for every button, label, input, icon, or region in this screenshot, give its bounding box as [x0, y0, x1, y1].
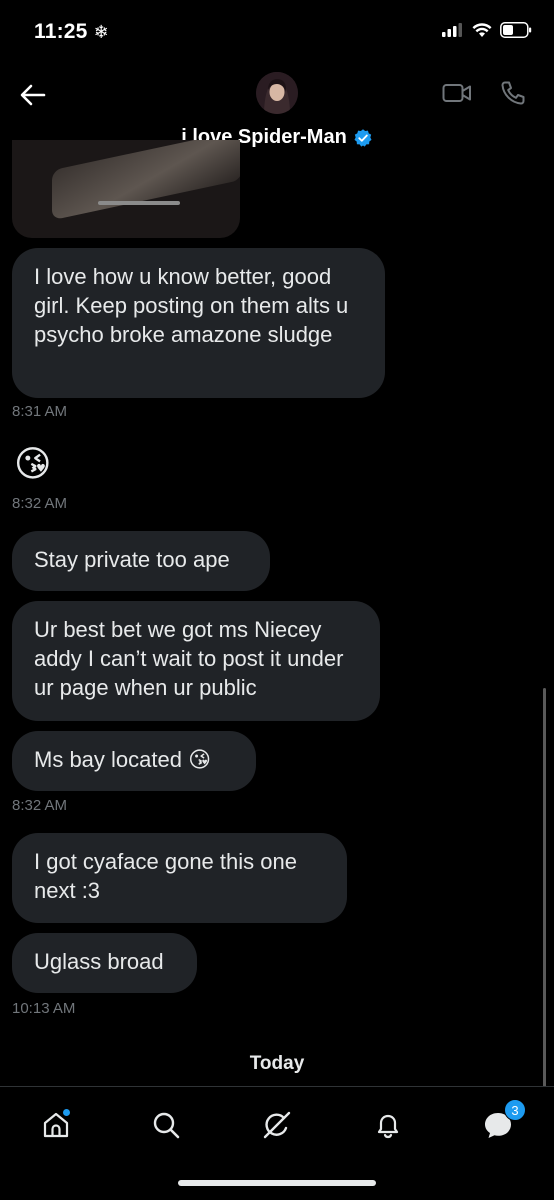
search-icon: [153, 1112, 180, 1139]
message-bubble[interactable]: I got cyaface gone this one next :3: [12, 833, 347, 923]
video-call-button[interactable]: [442, 82, 472, 109]
status-bar: 11:25 ❄: [0, 0, 554, 60]
message-text: I got cyaface gone this one next :3: [34, 849, 297, 903]
notifications-bell-icon: [377, 1114, 399, 1139]
nav-home[interactable]: [36, 1105, 76, 1145]
date-divider: Today: [249, 1053, 305, 1074]
media-image: [52, 140, 240, 221]
verified-badge-icon: [354, 128, 372, 147]
nav-search[interactable]: [146, 1105, 186, 1145]
avatar-image: [256, 72, 298, 114]
message-timestamp: 8:32 AM: [12, 495, 68, 512]
media-message[interactable]: [12, 140, 240, 238]
phone-icon: [501, 81, 525, 105]
message-timestamp: 8:32 AM: [12, 797, 68, 814]
home-notification-dot: [63, 1109, 70, 1116]
grok-icon: [263, 1111, 291, 1139]
nav-grok[interactable]: [257, 1105, 297, 1145]
video-call-icon: [442, 84, 471, 102]
message-timestamp: 10:13 AM: [12, 1000, 76, 1017]
contact-avatar[interactable]: [256, 72, 298, 114]
snowflake-icon: ❄: [93, 22, 109, 42]
message-bubble[interactable]: I love how u know better, good girl. Kee…: [12, 248, 385, 398]
emoji-message[interactable]: 😘: [14, 444, 52, 484]
back-arrow-icon: [20, 84, 46, 106]
home-indicator-bar[interactable]: [178, 1180, 376, 1186]
messages-badge: 3: [504, 1099, 526, 1121]
message-text: I love how u know better, good girl. Kee…: [34, 264, 349, 347]
phone-call-button[interactable]: [500, 80, 526, 111]
message-text: Stay private too ape: [34, 547, 230, 572]
message-timestamp: 8:31 AM: [12, 403, 68, 420]
status-time: 11:25 ❄: [34, 20, 109, 44]
message-text: Ur best bet we got ms Niecey addy I can’…: [34, 617, 344, 700]
back-button[interactable]: [16, 80, 50, 110]
battery-icon: [500, 22, 532, 38]
message-bubble[interactable]: Ms bay located 😘: [12, 731, 256, 791]
signal-icon: [442, 23, 462, 37]
message-bubble[interactable]: Ur best bet we got ms Niecey addy I can’…: [12, 601, 380, 721]
nav-notifications[interactable]: [368, 1105, 408, 1145]
message-text: Ms bay located 😘: [34, 747, 212, 772]
nav-messages[interactable]: 3: [478, 1099, 526, 1145]
wifi-icon: [472, 22, 492, 37]
message-bubble[interactable]: Stay private too ape: [12, 531, 270, 591]
message-text: Uglass broad: [34, 949, 164, 974]
message-bubble[interactable]: Uglass broad: [12, 933, 197, 993]
status-indicators: [442, 22, 532, 38]
clock: 11:25: [34, 20, 88, 43]
media-scrubber: [98, 201, 180, 205]
message-thread[interactable]: I love how u know better, good girl. Kee…: [0, 140, 554, 1196]
